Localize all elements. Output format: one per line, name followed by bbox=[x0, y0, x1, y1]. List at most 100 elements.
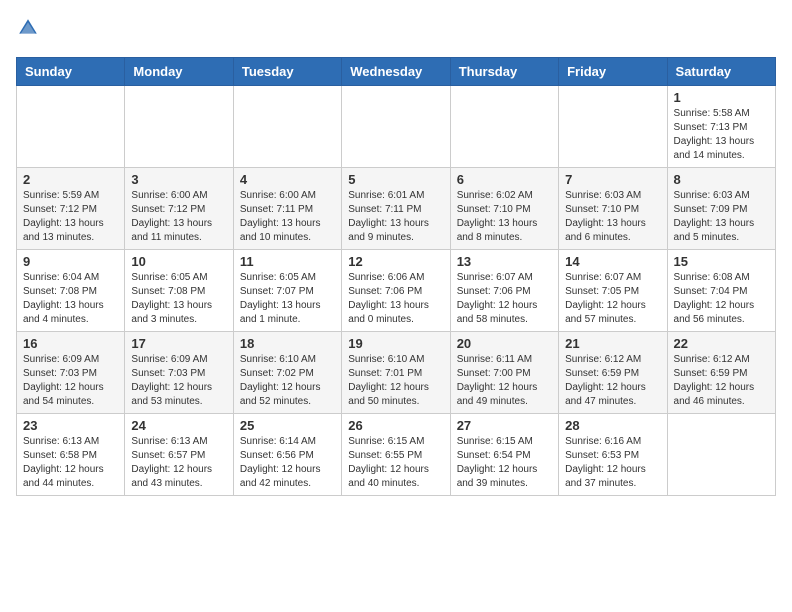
page-header bbox=[16, 16, 776, 45]
day-number: 1 bbox=[674, 90, 769, 105]
calendar-cell bbox=[233, 86, 341, 168]
day-info: Sunrise: 6:01 AM Sunset: 7:11 PM Dayligh… bbox=[348, 189, 443, 245]
calendar-cell: 14 Sunrise: 6:07 AM Sunset: 7:05 PM Dayli… bbox=[559, 250, 667, 332]
calendar-cell: 17 Sunrise: 6:09 AM Sunset: 7:03 PM Dayli… bbox=[125, 332, 233, 414]
day-number: 25 bbox=[240, 418, 335, 433]
calendar-header: SundayMondayTuesdayWednesdayThursdayFrid… bbox=[17, 58, 776, 86]
calendar-cell: 3 Sunrise: 6:00 AM Sunset: 7:12 PM Daylig… bbox=[125, 168, 233, 250]
calendar-cell: 28 Sunrise: 6:16 AM Sunset: 6:53 PM Dayli… bbox=[559, 414, 667, 496]
calendar-cell bbox=[667, 414, 775, 496]
day-info: Sunrise: 6:13 AM Sunset: 6:58 PM Dayligh… bbox=[23, 435, 118, 491]
day-info: Sunrise: 5:58 AM Sunset: 7:13 PM Dayligh… bbox=[674, 107, 769, 163]
day-number: 27 bbox=[457, 418, 552, 433]
day-number: 6 bbox=[457, 172, 552, 187]
calendar-cell: 19Sunrise: 6:10 AM Sunset: 7:01 PM Dayli… bbox=[342, 332, 450, 414]
day-number: 4 bbox=[240, 172, 335, 187]
calendar-cell: 27 Sunrise: 6:15 AM Sunset: 6:54 PM Dayli… bbox=[450, 414, 558, 496]
day-info: Sunrise: 6:09 AM Sunset: 7:03 PM Dayligh… bbox=[23, 353, 118, 409]
day-number: 21 bbox=[565, 336, 660, 351]
logo bbox=[16, 16, 42, 45]
calendar-cell: 11 Sunrise: 6:05 AM Sunset: 7:07 PM Dayli… bbox=[233, 250, 341, 332]
calendar-cell: 26 Sunrise: 6:15 AM Sunset: 6:55 PM Dayli… bbox=[342, 414, 450, 496]
day-of-week-header: Monday bbox=[125, 58, 233, 86]
day-number: 16 bbox=[23, 336, 118, 351]
day-info: Sunrise: 6:05 AM Sunset: 7:07 PM Dayligh… bbox=[240, 271, 335, 327]
calendar-cell: 6 Sunrise: 6:02 AM Sunset: 7:10 PM Daylig… bbox=[450, 168, 558, 250]
day-info: Sunrise: 6:05 AM Sunset: 7:08 PM Dayligh… bbox=[131, 271, 226, 327]
day-number: 20 bbox=[457, 336, 552, 351]
day-info: Sunrise: 6:06 AM Sunset: 7:06 PM Dayligh… bbox=[348, 271, 443, 327]
day-info: Sunrise: 6:15 AM Sunset: 6:54 PM Dayligh… bbox=[457, 435, 552, 491]
day-number: 28 bbox=[565, 418, 660, 433]
day-number: 22 bbox=[674, 336, 769, 351]
day-number: 2 bbox=[23, 172, 118, 187]
calendar-cell: 13 Sunrise: 6:07 AM Sunset: 7:06 PM Dayli… bbox=[450, 250, 558, 332]
day-number: 26 bbox=[348, 418, 443, 433]
calendar-cell: 15Sunrise: 6:08 AM Sunset: 7:04 PM Dayli… bbox=[667, 250, 775, 332]
day-info: Sunrise: 6:00 AM Sunset: 7:12 PM Dayligh… bbox=[131, 189, 226, 245]
calendar-cell: 9Sunrise: 6:04 AM Sunset: 7:08 PM Daylig… bbox=[17, 250, 125, 332]
day-number: 15 bbox=[674, 254, 769, 269]
calendar-week-row: 16 Sunrise: 6:09 AM Sunset: 7:03 PM Dayli… bbox=[17, 332, 776, 414]
day-of-week-header: Sunday bbox=[17, 58, 125, 86]
calendar-cell: 4 Sunrise: 6:00 AM Sunset: 7:11 PM Daylig… bbox=[233, 168, 341, 250]
calendar-week-row: 23 Sunrise: 6:13 AM Sunset: 6:58 PM Dayli… bbox=[17, 414, 776, 496]
calendar-week-row: 9Sunrise: 6:04 AM Sunset: 7:08 PM Daylig… bbox=[17, 250, 776, 332]
calendar-cell: 20 Sunrise: 6:11 AM Sunset: 7:00 PM Dayli… bbox=[450, 332, 558, 414]
logo-icon bbox=[16, 16, 40, 40]
calendar-cell: 8 Sunrise: 6:03 AM Sunset: 7:09 PM Daylig… bbox=[667, 168, 775, 250]
day-number: 24 bbox=[131, 418, 226, 433]
calendar-cell: 25 Sunrise: 6:14 AM Sunset: 6:56 PM Dayli… bbox=[233, 414, 341, 496]
calendar-week-row: 1 Sunrise: 5:58 AM Sunset: 7:13 PM Daylig… bbox=[17, 86, 776, 168]
day-info: Sunrise: 6:07 AM Sunset: 7:05 PM Dayligh… bbox=[565, 271, 660, 327]
day-info: Sunrise: 6:12 AM Sunset: 6:59 PM Dayligh… bbox=[674, 353, 769, 409]
day-info: Sunrise: 6:07 AM Sunset: 7:06 PM Dayligh… bbox=[457, 271, 552, 327]
day-info: Sunrise: 6:02 AM Sunset: 7:10 PM Dayligh… bbox=[457, 189, 552, 245]
day-number: 11 bbox=[240, 254, 335, 269]
day-info: Sunrise: 6:09 AM Sunset: 7:03 PM Dayligh… bbox=[131, 353, 226, 409]
day-number: 8 bbox=[674, 172, 769, 187]
calendar-cell bbox=[450, 86, 558, 168]
day-info: Sunrise: 6:13 AM Sunset: 6:57 PM Dayligh… bbox=[131, 435, 226, 491]
calendar-cell: 23 Sunrise: 6:13 AM Sunset: 6:58 PM Dayli… bbox=[17, 414, 125, 496]
calendar-cell bbox=[559, 86, 667, 168]
calendar-cell: 16 Sunrise: 6:09 AM Sunset: 7:03 PM Dayli… bbox=[17, 332, 125, 414]
day-number: 13 bbox=[457, 254, 552, 269]
day-info: Sunrise: 6:15 AM Sunset: 6:55 PM Dayligh… bbox=[348, 435, 443, 491]
day-of-week-header: Saturday bbox=[667, 58, 775, 86]
day-number: 3 bbox=[131, 172, 226, 187]
day-info: Sunrise: 6:03 AM Sunset: 7:10 PM Dayligh… bbox=[565, 189, 660, 245]
calendar-cell: 22 Sunrise: 6:12 AM Sunset: 6:59 PM Dayli… bbox=[667, 332, 775, 414]
calendar-cell: 2Sunrise: 5:59 AM Sunset: 7:12 PM Daylig… bbox=[17, 168, 125, 250]
day-info: Sunrise: 6:16 AM Sunset: 6:53 PM Dayligh… bbox=[565, 435, 660, 491]
day-number: 23 bbox=[23, 418, 118, 433]
day-info: Sunrise: 6:00 AM Sunset: 7:11 PM Dayligh… bbox=[240, 189, 335, 245]
day-info: Sunrise: 6:11 AM Sunset: 7:00 PM Dayligh… bbox=[457, 353, 552, 409]
calendar-cell: 1 Sunrise: 5:58 AM Sunset: 7:13 PM Daylig… bbox=[667, 86, 775, 168]
day-of-week-header: Wednesday bbox=[342, 58, 450, 86]
day-number: 9 bbox=[23, 254, 118, 269]
day-info: Sunrise: 6:10 AM Sunset: 7:02 PM Dayligh… bbox=[240, 353, 335, 409]
day-number: 18 bbox=[240, 336, 335, 351]
calendar-cell: 18 Sunrise: 6:10 AM Sunset: 7:02 PM Dayli… bbox=[233, 332, 341, 414]
calendar-cell: 24 Sunrise: 6:13 AM Sunset: 6:57 PM Dayli… bbox=[125, 414, 233, 496]
day-number: 12 bbox=[348, 254, 443, 269]
day-number: 10 bbox=[131, 254, 226, 269]
day-of-week-header: Friday bbox=[559, 58, 667, 86]
day-info: Sunrise: 6:12 AM Sunset: 6:59 PM Dayligh… bbox=[565, 353, 660, 409]
calendar-table: SundayMondayTuesdayWednesdayThursdayFrid… bbox=[16, 57, 776, 496]
calendar-cell: 12 Sunrise: 6:06 AM Sunset: 7:06 PM Dayli… bbox=[342, 250, 450, 332]
day-info: Sunrise: 6:03 AM Sunset: 7:09 PM Dayligh… bbox=[674, 189, 769, 245]
calendar-cell bbox=[17, 86, 125, 168]
day-of-week-header: Tuesday bbox=[233, 58, 341, 86]
day-of-week-header: Thursday bbox=[450, 58, 558, 86]
calendar-week-row: 2Sunrise: 5:59 AM Sunset: 7:12 PM Daylig… bbox=[17, 168, 776, 250]
day-info: Sunrise: 6:10 AM Sunset: 7:01 PM Dayligh… bbox=[348, 353, 443, 409]
calendar-cell: 5 Sunrise: 6:01 AM Sunset: 7:11 PM Daylig… bbox=[342, 168, 450, 250]
day-number: 17 bbox=[131, 336, 226, 351]
day-number: 14 bbox=[565, 254, 660, 269]
day-info: Sunrise: 6:14 AM Sunset: 6:56 PM Dayligh… bbox=[240, 435, 335, 491]
calendar-cell: 7Sunrise: 6:03 AM Sunset: 7:10 PM Daylig… bbox=[559, 168, 667, 250]
day-number: 5 bbox=[348, 172, 443, 187]
calendar-cell: 10 Sunrise: 6:05 AM Sunset: 7:08 PM Dayli… bbox=[125, 250, 233, 332]
